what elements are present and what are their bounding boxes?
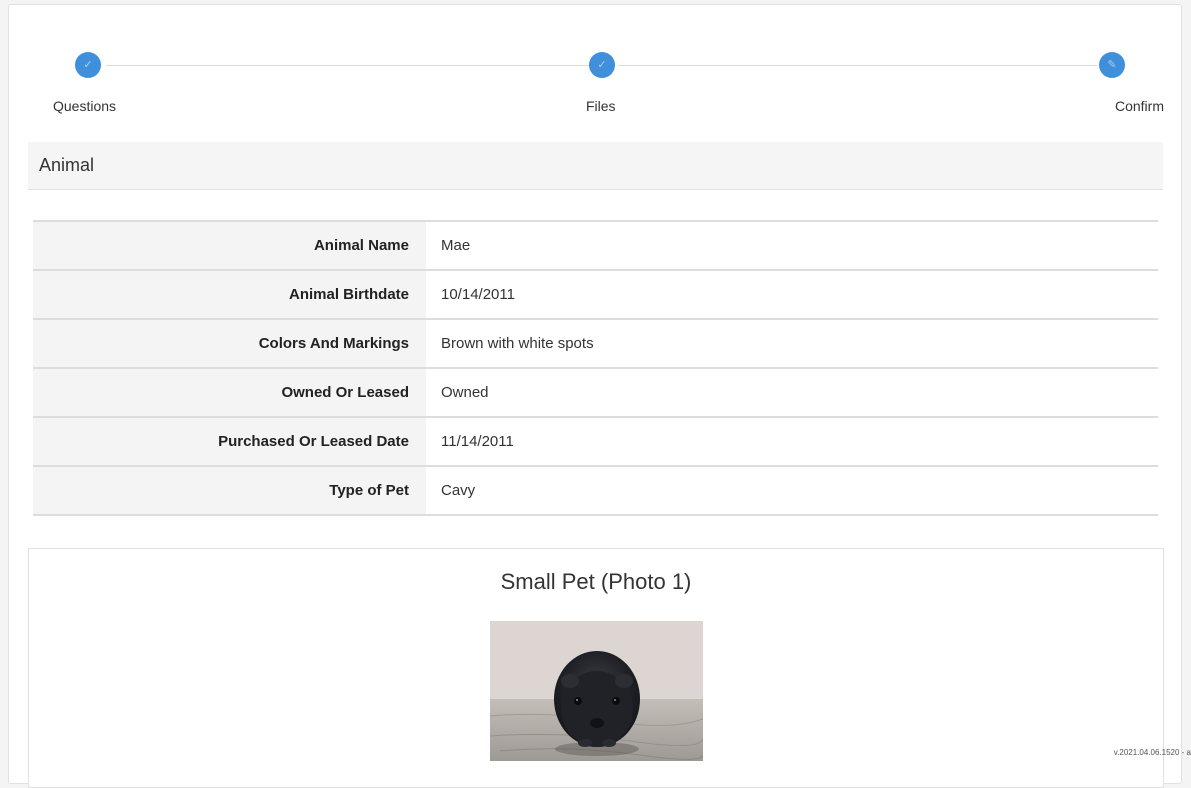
table-row: Colors And Markings Brown with white spo… xyxy=(33,319,1158,368)
step-connector xyxy=(106,65,592,66)
field-value: Brown with white spots xyxy=(426,319,1158,368)
table-row: Animal Birthdate 10/14/2011 xyxy=(33,270,1158,319)
check-icon: ✓ xyxy=(597,60,606,71)
field-label: Owned Or Leased xyxy=(33,368,426,417)
wizard-stepper: ✓ ✓ ✎ Questions Files Confirm xyxy=(9,5,1181,135)
table-row: Owned Or Leased Owned xyxy=(33,368,1158,417)
field-label: Animal Birthdate xyxy=(33,270,426,319)
step-confirm-button[interactable]: ✎ xyxy=(1099,52,1125,78)
guinea-pig-image xyxy=(490,621,703,761)
field-label: Colors And Markings xyxy=(33,319,426,368)
pencil-icon: ✎ xyxy=(1107,60,1116,71)
photo-panel: Small Pet (Photo 1) xyxy=(28,548,1164,788)
check-icon: ✓ xyxy=(83,60,92,71)
step-files-button[interactable]: ✓ xyxy=(589,52,615,78)
field-label: Animal Name xyxy=(33,221,426,270)
step-confirm-label[interactable]: Confirm xyxy=(1115,98,1164,114)
step-connector xyxy=(618,65,1098,66)
animal-details-table: Animal Name Mae Animal Birthdate 10/14/2… xyxy=(33,220,1158,516)
version-label: v.2021.04.06.1520 - a xyxy=(1114,748,1191,757)
pet-photo[interactable] xyxy=(490,621,703,761)
table-row: Type of Pet Cavy xyxy=(33,466,1158,515)
step-questions-button[interactable]: ✓ xyxy=(75,52,101,78)
field-value: Mae xyxy=(426,221,1158,270)
field-label: Purchased Or Leased Date xyxy=(33,417,426,466)
field-value: Owned xyxy=(426,368,1158,417)
field-value: 11/14/2011 xyxy=(426,417,1158,466)
field-label: Type of Pet xyxy=(33,466,426,515)
table-row: Purchased Or Leased Date 11/14/2011 xyxy=(33,417,1158,466)
step-files-label[interactable]: Files xyxy=(586,98,616,114)
step-questions-label[interactable]: Questions xyxy=(53,98,116,114)
section-title: Animal xyxy=(28,142,1163,190)
confirm-page: ✓ ✓ ✎ Questions Files Confirm Animal Ani… xyxy=(8,4,1182,784)
field-value: Cavy xyxy=(426,466,1158,515)
table-row: Animal Name Mae xyxy=(33,221,1158,270)
field-value: 10/14/2011 xyxy=(426,270,1158,319)
photo-title: Small Pet (Photo 1) xyxy=(29,569,1163,595)
